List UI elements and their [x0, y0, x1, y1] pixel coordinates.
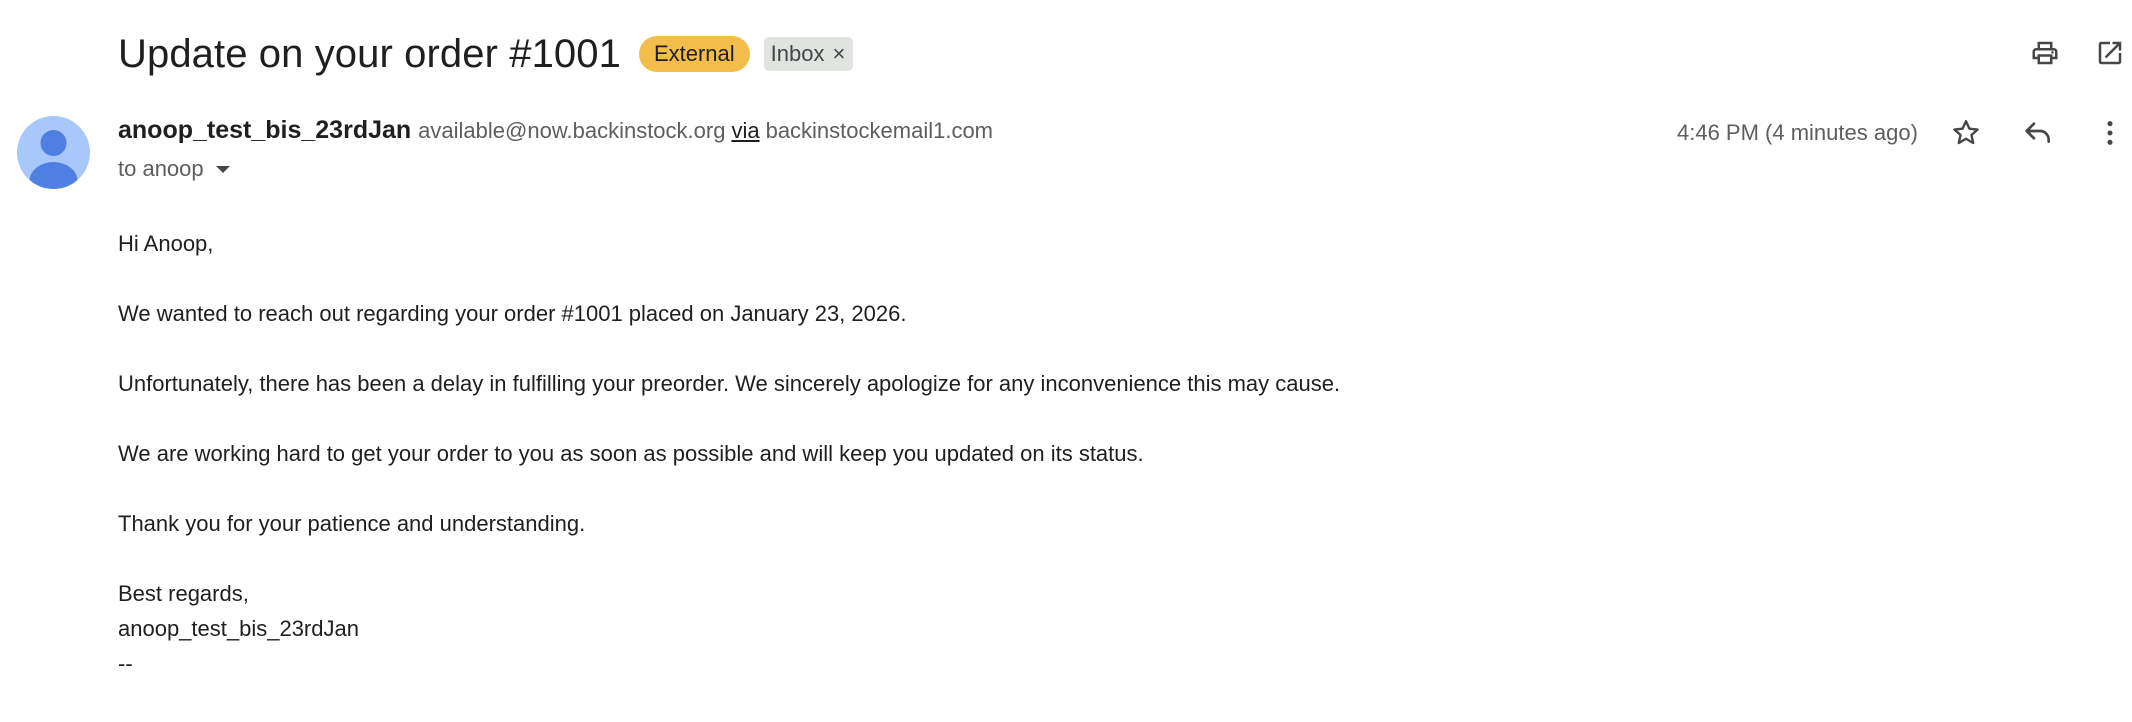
external-badge: External [638, 36, 750, 72]
recipient-line[interactable]: to anoop [118, 154, 230, 184]
more-options-button[interactable] [2093, 116, 2127, 150]
email-body: Hi Anoop, We wanted to reach out regardi… [118, 226, 1340, 681]
via-link[interactable]: via [731, 118, 759, 144]
reply-button[interactable] [2021, 116, 2055, 150]
sender-name[interactable]: anoop_test_bis_23rdJan [118, 116, 411, 145]
body-paragraph: We wanted to reach out regarding your or… [118, 301, 907, 326]
person-avatar-icon [29, 130, 78, 189]
star-button[interactable] [1949, 116, 1983, 150]
inbox-label-text: Inbox [770, 41, 825, 66]
recipient-text: to anoop [118, 156, 204, 181]
print-button[interactable] [2028, 36, 2062, 70]
more-vert-icon [2107, 121, 2113, 145]
inbox-label-chip[interactable]: Inbox × [763, 37, 854, 71]
sender-avatar[interactable] [17, 116, 90, 189]
email-subject: Update on your order #1001 [118, 31, 621, 76]
reply-icon [2025, 122, 2050, 143]
open-in-new-icon [2098, 41, 2122, 65]
remove-label-icon[interactable]: × [833, 37, 846, 71]
body-paragraph: We are working hard to get your order to… [118, 441, 1144, 466]
signature-separator: -- [118, 651, 133, 676]
body-paragraph: Thank you for your patience and understa… [118, 511, 586, 536]
via-domain: backinstockemail1.com [765, 118, 994, 143]
body-signature: anoop_test_bis_23rdJan [118, 616, 359, 641]
email-timestamp: 4:46 PM (4 minutes ago) [1677, 120, 1918, 145]
sender-line: anoop_test_bis_23rdJan available@now.bac… [118, 116, 993, 150]
open-in-new-window-button[interactable] [2093, 36, 2127, 70]
body-greeting: Hi Anoop, [118, 231, 214, 256]
sender-email: available@now.backinstock.org [418, 118, 726, 143]
subject-row: Update on your order #1001 External Inbo… [118, 26, 854, 82]
caret-down-icon[interactable] [215, 165, 230, 173]
body-closing: Best regards, [118, 581, 249, 606]
printer-icon [2032, 41, 2058, 65]
body-paragraph: Unfortunately, there has been a delay in… [118, 371, 1341, 396]
star-icon [1953, 120, 1979, 145]
